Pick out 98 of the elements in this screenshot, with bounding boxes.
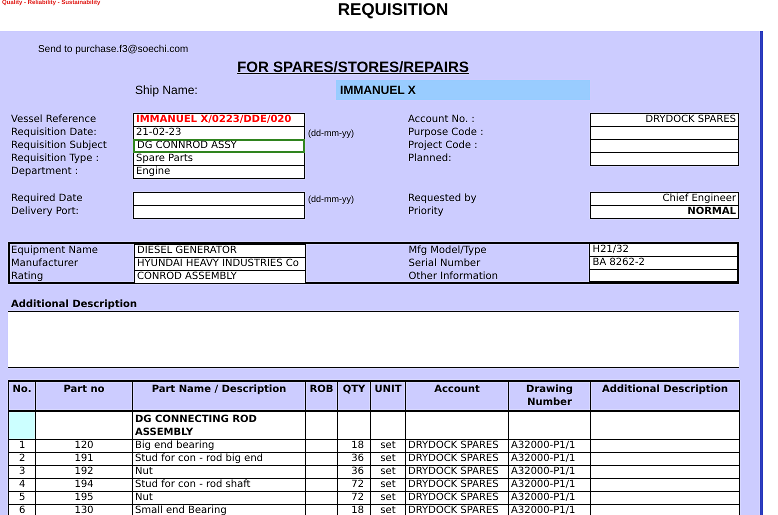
table-cell: 6 (8, 504, 36, 515)
column-header: ROB (306, 381, 338, 411)
field-label: Purpose Code : (408, 126, 484, 139)
form-field[interactable]: DG CONNROD ASSY (133, 139, 305, 153)
field-label: Priority (408, 205, 445, 218)
table-cell: 4 (8, 478, 36, 492)
form-field[interactable] (133, 205, 305, 219)
field-label: Planned: (408, 152, 452, 165)
table-cell: DRYDOCK SPARES (406, 492, 508, 504)
table-cell: 5 (8, 492, 36, 504)
field-label: Serial Number (408, 257, 482, 270)
table-cell: Big end bearing (132, 440, 306, 452)
table-cell: 2 (8, 452, 36, 466)
table-cell: Nut (132, 466, 306, 478)
ship-name-value[interactable]: IMMANUEL X (336, 80, 590, 100)
form-field[interactable] (590, 126, 739, 140)
form-field[interactable]: BA 8262-2 (590, 257, 737, 270)
field-label: Requisition Date: (11, 126, 98, 139)
table-cell: 72 (338, 478, 370, 492)
column-header: UNIT (370, 381, 406, 411)
table-cell (338, 411, 370, 440)
field-label: Delivery Port: (11, 205, 80, 218)
table-cell: 3 (8, 466, 36, 478)
form-field[interactable]: NORMAL (590, 205, 739, 219)
table-cell: Small end Bearing (132, 504, 306, 515)
form-field[interactable]: DRYDOCK SPARES (590, 113, 739, 127)
form-field[interactable] (590, 139, 739, 153)
table-cell: A32000-P1/1 (508, 466, 590, 478)
form-field[interactable] (133, 192, 305, 206)
form-field[interactable] (590, 152, 739, 166)
column-header: Part Name / Description (132, 381, 306, 411)
section-label: Additional Description (11, 299, 138, 311)
form-field[interactable]: Chief Engineer (590, 192, 739, 206)
table-cell: set (370, 492, 406, 504)
column-header: Additional Description (590, 381, 740, 411)
table-cell: 191 (36, 452, 132, 466)
table-cell: DRYDOCK SPARES (406, 504, 508, 515)
table-cell: Stud for con - rod big end (132, 452, 306, 466)
table-cell: Stud for con - rod shaft (132, 478, 306, 492)
table-cell: 120 (36, 440, 132, 452)
table-cell: A32000-P1/1 (508, 452, 590, 466)
field-label: Equipment Name (11, 244, 99, 257)
form-field[interactable]: 21-02-23 (133, 126, 305, 140)
date-format-note: (dd-mm-yy) (308, 194, 354, 204)
table-cell: 72 (338, 492, 370, 504)
ship-name-label: Ship Name: (135, 83, 199, 97)
table-cell: 192 (36, 466, 132, 478)
table-cell: Nut (132, 492, 306, 504)
description-field[interactable] (8, 311, 739, 368)
date-format-note: (dd-mm-yy) (308, 128, 354, 138)
field-label: Required Date (11, 192, 84, 205)
field-label: Vessel Reference (11, 113, 98, 126)
form-field[interactable]: H21/32 (590, 244, 737, 257)
column-header: Drawing Number (508, 381, 590, 411)
form-field[interactable]: IMMANUEL X/0223/DDE/020 (133, 113, 305, 127)
send-to-text: Send to purchase.f3@soechi.com (38, 43, 190, 56)
table-cell: 194 (36, 478, 132, 492)
form-heading: FOR SPARES/STORES/REPAIRS (237, 59, 469, 77)
column-header: Account (406, 381, 508, 411)
table-cell: set (370, 466, 406, 478)
field-label: Department : (11, 165, 80, 178)
table-cell: set (370, 440, 406, 452)
table-cell: 1 (8, 440, 36, 452)
column-header: Part no (36, 381, 132, 411)
table-cell: A32000-P1/1 (508, 478, 590, 492)
form-field[interactable]: CONROD ASSEMBLY (134, 270, 306, 284)
field-label: Mfg Model/Type (408, 244, 488, 257)
table-cell: DG CONNECTING ROD ASSEMBLY (132, 411, 306, 440)
table-cell: 36 (338, 466, 370, 478)
field-label: Other Information (408, 270, 500, 283)
field-label: Project Code : (408, 139, 479, 152)
field-label: Manufacturer (11, 257, 79, 270)
form-field[interactable]: Engine (133, 165, 305, 179)
table-cell: 36 (338, 452, 370, 466)
table-cell: DRYDOCK SPARES (406, 478, 508, 492)
field-label: Requisition Subject (11, 139, 108, 152)
table-cell: 18 (338, 440, 370, 452)
column-header: No. (8, 381, 36, 411)
table-cell (8, 411, 36, 440)
table-cell: set (370, 452, 406, 466)
table-cell (370, 411, 406, 440)
column-header: QTY (338, 381, 370, 411)
form-field[interactable] (590, 270, 737, 282)
table-cell: set (370, 478, 406, 492)
table-cell: DRYDOCK SPARES (406, 440, 508, 452)
field-label: Requisition Type : (11, 152, 100, 165)
table-cell: A32000-P1/1 (508, 492, 590, 504)
table-cell: 195 (36, 492, 132, 504)
table-cell: DRYDOCK SPARES (406, 452, 508, 466)
form-field[interactable]: DIESEL GENERATOR (134, 244, 306, 258)
table-cell: DRYDOCK SPARES (406, 466, 508, 478)
field-label: Requested by (408, 192, 478, 205)
field-label: Account No. : (408, 113, 476, 126)
form-field[interactable]: HYUNDAI HEAVY INDUSTRIES Co (134, 257, 306, 271)
field-label: Rating (11, 270, 44, 283)
table-cell: A32000-P1/1 (508, 440, 590, 452)
page-title: REQUISITION (338, 1, 448, 19)
table-cell (306, 411, 338, 440)
